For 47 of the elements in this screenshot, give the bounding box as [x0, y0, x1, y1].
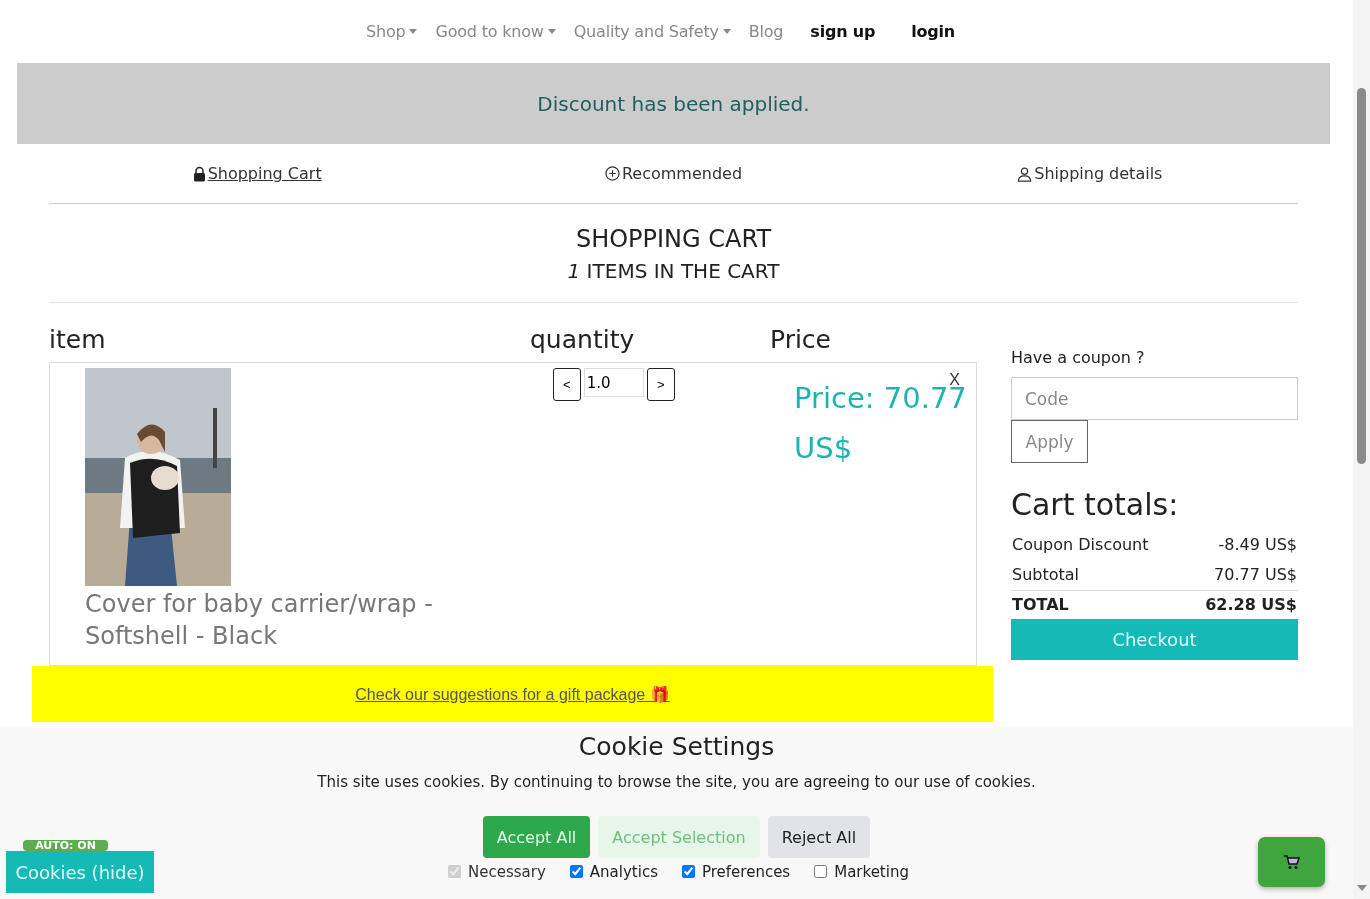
quantity-field[interactable]: 1.0: [583, 368, 644, 397]
checkbox[interactable]: [681, 865, 695, 878]
checkbox[interactable]: [569, 865, 583, 878]
checkbox-label: Necessary: [468, 862, 546, 881]
total-value: -8.49 US$: [1218, 534, 1297, 556]
checkbox-label: Marketing: [834, 862, 909, 881]
cookie-text: This site uses cookies. By continuing to browse the site, you are agreeing to our use of cookies.: [316, 773, 1037, 791]
increase-button[interactable]: >: [646, 368, 675, 401]
nav-link[interactable]: login: [893, 22, 973, 41]
total-value: 62.28 US$: [1205, 594, 1297, 616]
cookie-title: Cookie Settings: [577, 732, 776, 761]
person-icon: [1017, 165, 1033, 182]
totals-title: Cart totals:: [1011, 487, 1180, 522]
step-tab[interactable]: Shipping details: [881, 164, 1298, 183]
checkbox-label: Analytics: [589, 862, 658, 881]
column-header: item: [49, 325, 107, 356]
nav-dropdown[interactable]: Quality and Safety: [564, 22, 740, 41]
auto-badge: AUTO: ON: [23, 840, 108, 851]
page-title: SHOPPING CART: [574, 224, 773, 255]
step-tab[interactable]: Shopping Cart: [49, 164, 466, 183]
product-name[interactable]: Cover for baby carrier/wrap - Softshell - Black: [85, 588, 518, 652]
coupon-label: Have a coupon ?: [1011, 348, 1146, 367]
plus-circle-icon: [604, 166, 620, 181]
cookie-button[interactable]: Reject All: [767, 816, 871, 858]
decrease-button[interactable]: <: [552, 368, 581, 401]
column-header: quantity: [530, 325, 636, 356]
nav-dropdown[interactable]: Good to know: [426, 22, 565, 41]
checkbox[interactable]: [814, 865, 828, 878]
cart-icon: [1282, 854, 1301, 870]
nav-link[interactable]: Blog: [739, 22, 793, 41]
lock-icon: [192, 165, 206, 182]
apply-button[interactable]: Apply: [1011, 420, 1088, 463]
total-label: Subtotal: [1012, 564, 1080, 586]
total-label: TOTAL: [1012, 594, 1069, 616]
nav-link[interactable]: sign up: [792, 22, 894, 41]
cart-button[interactable]: [1258, 837, 1325, 887]
checkbox-label: Preferences: [701, 862, 791, 881]
nav-dropdown[interactable]: Shop: [357, 22, 427, 41]
column-header: Price: [770, 325, 831, 356]
step-tab[interactable]: Recommended: [465, 164, 882, 183]
coupon-field[interactable]: Code: [1011, 377, 1298, 420]
alert-text: Discount has been applied.: [537, 91, 810, 116]
total-label: Coupon Discount: [1012, 534, 1149, 556]
scrollbar[interactable]: [1353, 0, 1370, 899]
total-value: 70.77 US$: [1214, 564, 1297, 586]
gift-link[interactable]: Check our suggestions for a gift package 🎁: [355, 684, 670, 704]
items-count: 1 ITEMS IN THE CART: [566, 258, 781, 285]
